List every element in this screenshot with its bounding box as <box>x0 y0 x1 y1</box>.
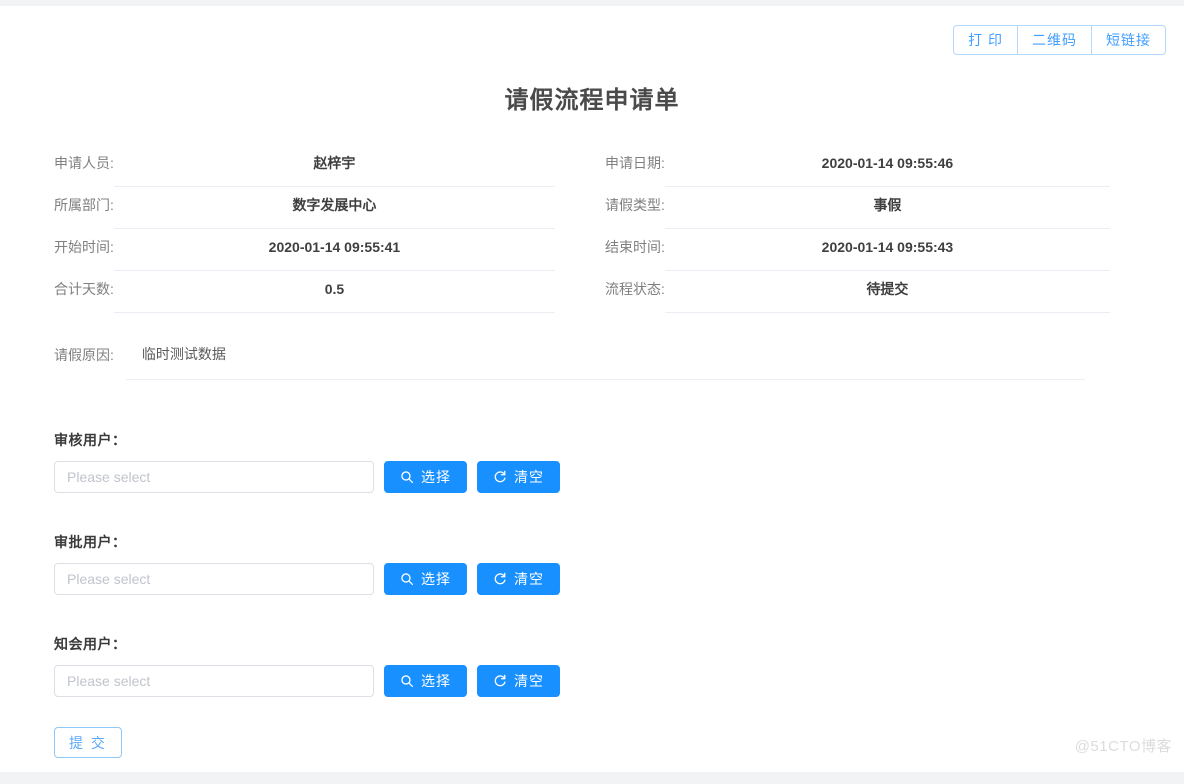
field-flow-status: 流程状态: 待提交 <box>555 278 1110 320</box>
field-value-wrap: 数字发展中心 <box>113 194 555 229</box>
button-label: 清空 <box>514 571 544 587</box>
form-row: 开始时间: 2020-01-14 09:55:41 结束时间: 2020-01-… <box>0 236 1184 278</box>
page-title: 请假流程申请单 <box>504 87 680 114</box>
field-label: 结束时间: <box>605 239 665 255</box>
field-leave-reason: 请假原因: 临时测试数据 <box>54 344 1085 380</box>
field-department: 所属部门: 数字发展中心 <box>0 194 555 236</box>
button-label: 选择 <box>421 673 451 689</box>
picker-controls: 选择 清空 <box>54 563 560 595</box>
field-value-wrap: 赵梓宇 <box>113 152 555 187</box>
field-label: 请假类型: <box>605 197 665 213</box>
field-value: 2020-01-14 09:55:43 <box>821 239 954 255</box>
picker-review-user: 审核用户： 选择 清空 <box>54 430 560 493</box>
watermark: @51CTO博客 <box>1074 738 1172 755</box>
search-icon <box>400 572 414 586</box>
field-label: 申请日期: <box>605 155 665 171</box>
form-row: 申请人员: 赵梓宇 申请日期: 2020-01-14 09:55:46 <box>0 152 1184 194</box>
form-row: 合计天数: 0.5 流程状态: 待提交 <box>0 278 1184 320</box>
notify-user-select-button[interactable]: 选择 <box>384 665 467 697</box>
field-value: 赵梓宇 <box>313 155 356 171</box>
search-icon <box>400 674 414 688</box>
form-info-grid: 申请人员: 赵梓宇 申请日期: 2020-01-14 09:55:46 所属部门… <box>0 152 1184 320</box>
shortlink-button[interactable]: 短链接 <box>1091 25 1166 55</box>
form-row: 所属部门: 数字发展中心 请假类型: 事假 <box>0 194 1184 236</box>
field-label: 合计天数: <box>54 281 114 297</box>
submit-button[interactable]: 提 交 <box>54 727 122 758</box>
field-label: 申请人员: <box>54 155 114 171</box>
refresh-icon <box>493 470 507 484</box>
field-applicant: 申请人员: 赵梓宇 <box>0 152 555 194</box>
field-value: 事假 <box>873 197 902 213</box>
field-value-wrap: 待提交 <box>664 278 1110 313</box>
notify-user-input[interactable] <box>54 665 374 697</box>
field-value-wrap: 2020-01-14 09:55:41 <box>113 236 555 271</box>
field-label: 开始时间: <box>54 239 114 255</box>
field-value: 0.5 <box>324 281 345 297</box>
notify-user-clear-button[interactable]: 清空 <box>477 665 560 697</box>
print-button[interactable]: 打 印 <box>953 25 1017 55</box>
field-value-wrap: 事假 <box>664 194 1110 229</box>
qrcode-button[interactable]: 二维码 <box>1017 25 1091 55</box>
field-value-wrap: 2020-01-14 09:55:43 <box>664 236 1110 271</box>
field-label: 流程状态: <box>605 281 665 297</box>
field-label: 请假原因: <box>54 347 114 363</box>
review-user-clear-button[interactable]: 清空 <box>477 461 560 493</box>
review-user-input[interactable] <box>54 461 374 493</box>
field-leave-type: 请假类型: 事假 <box>555 194 1110 236</box>
field-start-time: 开始时间: 2020-01-14 09:55:41 <box>0 236 555 278</box>
field-value: 2020-01-14 09:55:46 <box>821 155 954 171</box>
refresh-icon <box>493 674 507 688</box>
approve-user-clear-button[interactable]: 清空 <box>477 563 560 595</box>
button-label: 选择 <box>421 571 451 587</box>
review-user-select-button[interactable]: 选择 <box>384 461 467 493</box>
field-value-wrap: 临时测试数据 <box>125 344 1085 380</box>
field-total-days: 合计天数: 0.5 <box>0 278 555 320</box>
field-label: 所属部门: <box>54 197 114 213</box>
field-value-wrap: 0.5 <box>113 278 555 313</box>
approve-user-input[interactable] <box>54 563 374 595</box>
button-label: 清空 <box>514 673 544 689</box>
picker-controls: 选择 清空 <box>54 461 560 493</box>
refresh-icon <box>493 572 507 586</box>
field-value: 临时测试数据 <box>141 346 226 362</box>
picker-notify-user: 知会用户： 选择 清空 <box>54 634 560 697</box>
search-icon <box>400 470 414 484</box>
picker-approve-user: 审批用户： 选择 清空 <box>54 532 560 595</box>
bottom-edge-strip <box>0 772 1184 784</box>
picker-label: 审核用户： <box>54 432 127 448</box>
picker-label: 知会用户： <box>54 636 127 652</box>
picker-controls: 选择 清空 <box>54 665 560 697</box>
field-value: 数字发展中心 <box>292 197 377 213</box>
field-value-wrap: 2020-01-14 09:55:46 <box>664 152 1110 187</box>
picker-label: 审批用户： <box>54 534 127 550</box>
button-label: 清空 <box>514 469 544 485</box>
field-apply-date: 申请日期: 2020-01-14 09:55:46 <box>555 152 1110 194</box>
button-label: 选择 <box>421 469 451 485</box>
approve-user-select-button[interactable]: 选择 <box>384 563 467 595</box>
toolbar-button-group: 打 印 二维码 短链接 <box>953 25 1166 55</box>
field-end-time: 结束时间: 2020-01-14 09:55:43 <box>555 236 1110 278</box>
field-value: 2020-01-14 09:55:41 <box>268 239 401 255</box>
field-value: 待提交 <box>866 281 909 297</box>
document-page: 打 印 二维码 短链接 请假流程申请单 申请人员: 赵梓宇 申请日期: 2020… <box>0 6 1184 772</box>
